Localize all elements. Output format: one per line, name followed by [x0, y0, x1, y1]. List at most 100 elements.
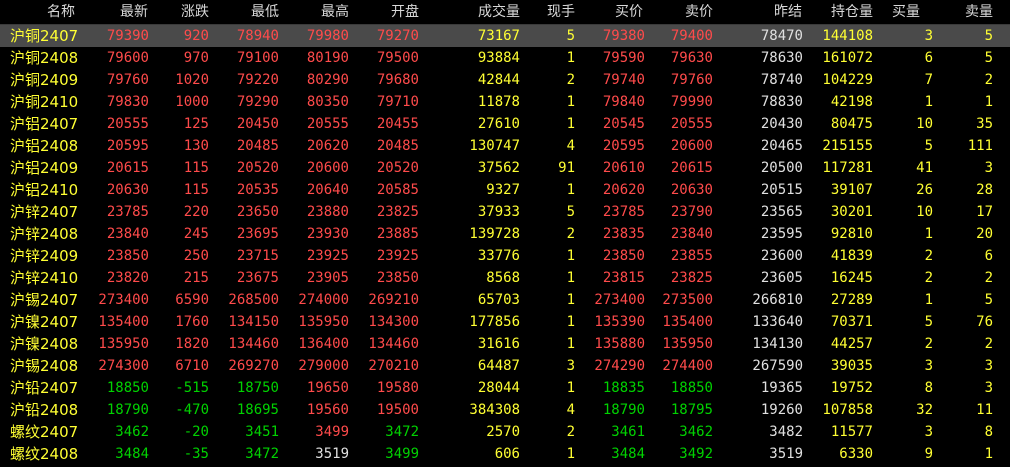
cell-ask: 274400	[662, 358, 713, 374]
table-row[interactable]: 沪锡2408 274300 6710 269270 279000 270210 64487 3…	[0, 355, 1010, 377]
cell-last: 79600	[106, 50, 149, 66]
header-high[interactable]: 最高	[287, 0, 349, 24]
cell-change: 6710	[175, 358, 209, 374]
table-row[interactable]: 沪镍2407 135400 1760 134150 135950 134300 177856…	[0, 311, 1010, 333]
cell-open: 20520	[376, 160, 419, 176]
cell-bid-vol: 5	[924, 314, 933, 330]
table-row[interactable]: 沪锌2409 23850 250 23715 23925 23925 33776 1 23850…	[0, 245, 1010, 267]
cell-current-vol: 4	[566, 138, 575, 154]
table-row[interactable]: 沪铅2407 18850 -515 18750 19650 19580 28044 1 1883…	[0, 377, 1010, 399]
cell-ask: 273500	[662, 292, 713, 308]
cell-ask-vol: 1	[984, 94, 993, 110]
cell-current-vol: 91	[558, 160, 575, 176]
cell-ask-vol: 6	[984, 248, 993, 264]
cell-last: 135400	[98, 314, 149, 330]
cell-ask: 135400	[662, 314, 713, 330]
cell-high: 19560	[306, 402, 349, 418]
header-volume[interactable]: 成交量	[440, 0, 520, 24]
cell-open-interest: 80475	[830, 116, 873, 132]
cell-last: 20595	[106, 138, 149, 154]
cell-prev-settle: 134130	[752, 336, 803, 352]
table-row[interactable]: 沪锌2410 23820 215 23675 23905 23850 8568 1 23815 2…	[0, 267, 1010, 289]
cell-change: -20	[183, 424, 209, 440]
table-row[interactable]: 沪铝2409 20615 115 20520 20600 20520 37562 91 2061…	[0, 157, 1010, 179]
cell-ask-vol: 1	[984, 446, 993, 462]
cell-bid-vol: 3	[924, 358, 933, 374]
cell-prev-settle: 78830	[760, 94, 803, 110]
futures-quote-table: 名称 最新 涨跌 最低 最高 开盘 成交量 现手 买价 卖价 昨结 持仓量 买量 卖量 沪铜2407 793…	[0, 0, 1010, 467]
cell-low: 78940	[236, 28, 279, 44]
cell-open-interest: 42198	[830, 94, 873, 110]
header-current-vol[interactable]: 现手	[535, 0, 575, 24]
header-ask-vol[interactable]: 卖量	[943, 0, 993, 24]
cell-current-vol: 5	[566, 204, 575, 220]
cell-prev-settle: 78630	[760, 50, 803, 66]
cell-open-interest: 215155	[822, 138, 873, 154]
header-change[interactable]: 涨跌	[151, 0, 209, 24]
cell-open: 134300	[368, 314, 419, 330]
table-row[interactable]: 螺纹2408 3484 -35 3472 3519 3499 606 1 3484 3492 351…	[0, 443, 1010, 465]
table-row[interactable]: 沪锡2407 273400 6590 268500 274000 269210 65703 1…	[0, 289, 1010, 311]
cell-open-interest: 6330	[839, 446, 873, 462]
header-open-interest[interactable]: 持仓量	[793, 0, 873, 24]
cell-volume: 42844	[477, 72, 520, 88]
table-row[interactable]: 沪铜2409 79760 1020 79220 80290 79680 42844 2 7974…	[0, 69, 1010, 91]
cell-bid: 3484	[611, 446, 645, 462]
cell-ask-vol: 28	[976, 182, 993, 198]
header-open[interactable]: 开盘	[357, 0, 419, 24]
header-bid[interactable]: 买价	[573, 0, 643, 24]
table-row[interactable]: 沪锌2407 23785 220 23650 23880 23825 37933 5 23785…	[0, 201, 1010, 223]
cell-ask: 23790	[670, 204, 713, 220]
table-row[interactable]: 沪铝2407 20555 125 20450 20555 20455 27610 1 20545…	[0, 113, 1010, 135]
cell-bid: 3461	[611, 424, 645, 440]
cell-bid: 135390	[594, 314, 645, 330]
cell-current-vol: 2	[566, 226, 575, 242]
table-row[interactable]: 沪铅2408 18790 -470 18695 19560 19500 384308 4 187…	[0, 399, 1010, 421]
header-ask[interactable]: 卖价	[643, 0, 713, 24]
cell-ask: 3492	[679, 446, 713, 462]
cell-bid: 18835	[602, 380, 645, 396]
cell-last: 79830	[106, 94, 149, 110]
cell-prev-settle: 3482	[769, 424, 803, 440]
header-prev-settle[interactable]: 昨结	[722, 0, 802, 24]
cell-current-vol: 2	[566, 72, 575, 88]
table-row[interactable]: 沪铝2408 20595 130 20485 20620 20485 130747 4 2059…	[0, 135, 1010, 157]
cell-volume: 65703	[477, 292, 520, 308]
cell-prev-settle: 23605	[760, 270, 803, 286]
cell-open: 3472	[385, 424, 419, 440]
table-row[interactable]: 沪铜2407 79390 920 78940 79980 79270 73167 5 79380…	[0, 25, 1010, 47]
cell-change: 125	[183, 116, 209, 132]
cell-volume: 11878	[477, 94, 520, 110]
cell-ask: 79630	[670, 50, 713, 66]
cell-bid-vol: 26	[916, 182, 933, 198]
cell-current-vol: 1	[566, 446, 575, 462]
cell-current-vol: 1	[566, 270, 575, 286]
cell-last: 273400	[98, 292, 149, 308]
cell-open: 20585	[376, 182, 419, 198]
cell-current-vol: 2	[566, 424, 575, 440]
cell-high: 279000	[298, 358, 349, 374]
cell-low: 79290	[236, 94, 279, 110]
cell-open-interest: 70371	[830, 314, 873, 330]
cell-bid: 273400	[594, 292, 645, 308]
table-row[interactable]: 沪铜2410 79830 1000 79290 80350 79710 11878 1 7984…	[0, 91, 1010, 113]
header-last[interactable]: 最新	[88, 0, 148, 24]
cell-bid-vol: 6	[924, 50, 933, 66]
cell-volume: 37933	[477, 204, 520, 220]
table-row[interactable]: 螺纹2407 3462 -20 3451 3499 3472 2570 2 3461 3462 34…	[0, 421, 1010, 443]
header-low[interactable]: 最低	[217, 0, 279, 24]
table-row[interactable]: 沪锌2408 23840 245 23695 23930 23885 139728 2 2383…	[0, 223, 1010, 245]
header-bid-vol[interactable]: 买量	[870, 0, 920, 24]
cell-ask-vol: 5	[984, 28, 993, 44]
cell-high: 23925	[306, 248, 349, 264]
table-row[interactable]: 沪铜2408 79600 970 79100 80190 79500 93884 1 79590…	[0, 47, 1010, 69]
table-row[interactable]: 沪镍2408 135950 1820 134460 136400 134460 31616 1…	[0, 333, 1010, 355]
cell-prev-settle: 19260	[760, 402, 803, 418]
cell-volume: 8568	[486, 270, 520, 286]
cell-prev-settle: 20500	[760, 160, 803, 176]
cell-last: 18850	[106, 380, 149, 396]
cell-open-interest: 44257	[830, 336, 873, 352]
cell-low: 23695	[236, 226, 279, 242]
cell-low: 23675	[236, 270, 279, 286]
table-row[interactable]: 沪铝2410 20630 115 20535 20640 20585 9327 1 20620 2…	[0, 179, 1010, 201]
